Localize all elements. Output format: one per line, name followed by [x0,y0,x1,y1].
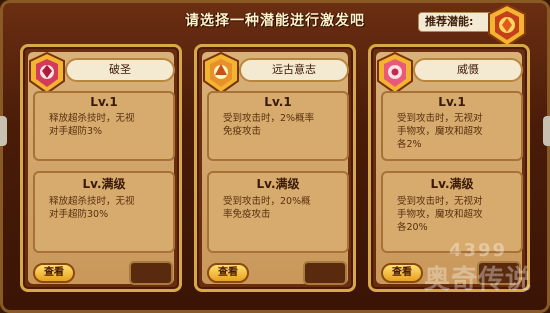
max-level-description: 受到攻击时，20%概 率免疫攻击 [223,196,311,220]
recommend-medal-icon[interactable] [483,2,531,50]
view-button[interactable]: 查看 [207,263,249,283]
max-level-description: 受到攻击时，无视对 手物攻，魔攻和超攻 各20% [397,196,483,233]
max-level-description: 释放超杀技时，无视 对手超防30% [49,196,135,220]
level-1-title: Lv.1 [438,95,466,109]
level-1-box: Lv.1 受到攻击时，2%概率 免疫攻击 [207,91,349,161]
level-1-description: 释放超杀技时，无视 对手超防3% [49,113,135,137]
site-watermark: 4399 奥奇传说 [413,240,543,306]
level-1-description: 受到攻击时，无视对 手物攻，魔攻和超攻 各2% [397,113,483,150]
watermark-number: 4399 [448,240,508,261]
max-level-title: Lv.满级 [430,177,474,191]
level-1-box: Lv.1 受到攻击时，无视对 手物攻，魔攻和超攻 各2% [381,91,523,161]
select-slot[interactable] [129,261,173,285]
potential-card-1[interactable]: 破圣 Lv.1 释放超杀技时，无视 对手超防3% Lv.满级 释放超杀技时，无视… [20,44,182,292]
max-level-box: Lv.满级 释放超杀技时，无视 对手超防30% [33,171,175,253]
level-1-title: Lv.1 [90,95,118,109]
max-level-box: Lv.满级 受到攻击时，20%概 率免疫攻击 [207,171,349,253]
watermark-text: 奥奇传说 [423,265,532,295]
left-side-tab[interactable] [0,116,7,146]
potential-badge-icon [377,51,413,95]
potential-name: 威慑 [413,58,523,82]
potential-name: 破圣 [65,58,175,82]
max-level-title: Lv.满级 [82,177,126,191]
potential-badge-icon [29,51,65,95]
level-1-description: 受到攻击时，2%概率 免疫攻击 [223,113,315,137]
view-button[interactable]: 查看 [33,263,75,283]
level-1-title: Lv.1 [264,95,292,109]
right-side-tab[interactable] [543,116,550,146]
potential-card-2[interactable]: 远古意志 Lv.1 受到攻击时，2%概率 免疫攻击 Lv.满级 受到攻击时，20… [194,44,356,292]
level-1-box: Lv.1 释放超杀技时，无视 对手超防3% [33,91,175,161]
potential-badge-icon [203,51,239,95]
potential-name: 远古意志 [239,58,349,82]
max-level-title: Lv.满级 [256,177,300,191]
select-slot[interactable] [303,261,347,285]
